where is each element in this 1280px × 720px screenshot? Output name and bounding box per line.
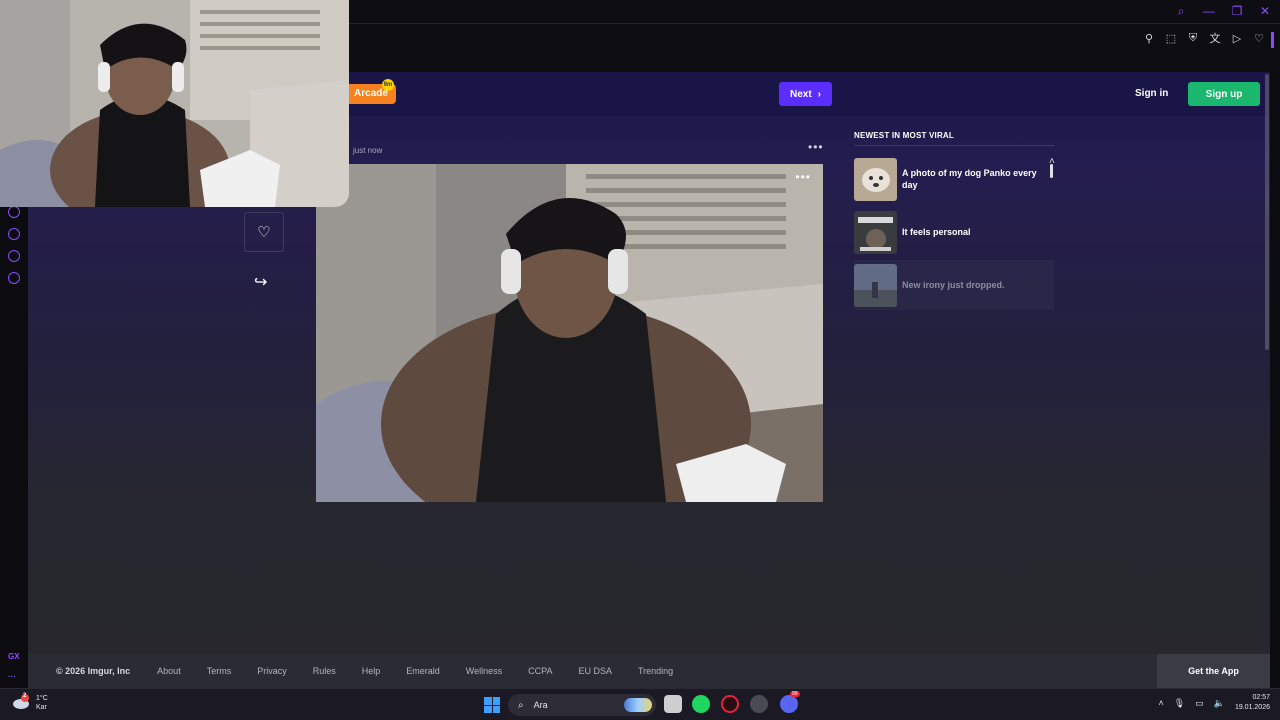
footer-link-rules[interactable]: Rules: [313, 666, 336, 676]
footer-link-emerald[interactable]: Emerald: [406, 666, 440, 676]
sidebar-accent: [1271, 32, 1274, 48]
page-footer: © 2026 Imgur, Inc About Terms Privacy Ru…: [28, 654, 1270, 688]
chat-icon[interactable]: [8, 250, 20, 262]
weather-desc: Kar: [36, 704, 47, 711]
weather-badge: 2: [23, 693, 27, 699]
discord-icon[interactable]: 99: [780, 691, 800, 713]
viral-divider: [854, 145, 1054, 146]
footer-link-ccpa[interactable]: CCPA: [528, 666, 552, 676]
settings-icon[interactable]: [8, 272, 20, 284]
viral-heading: NEWEST IN MOST VIRAL: [854, 131, 954, 140]
snapshot-icon[interactable]: ⬚: [1164, 31, 1178, 45]
heart-icon: ♡: [257, 224, 271, 241]
clock-date: 19.01.2026: [1234, 704, 1270, 711]
more-icon[interactable]: ···: [8, 672, 16, 681]
footer-link-terms[interactable]: Terms: [207, 666, 232, 676]
restore-icon[interactable]: ❐: [1230, 4, 1244, 18]
sign-in-link[interactable]: Sign in: [1135, 88, 1168, 99]
chevron-up-icon[interactable]: ˄: [1159, 698, 1164, 708]
heart-icon[interactable]: ♡: [1252, 31, 1266, 45]
page-scrollbar[interactable]: [1264, 72, 1270, 352]
weather-widget[interactable]: 2 1°C Kar: [12, 693, 48, 712]
spotify-icon[interactable]: [692, 695, 710, 713]
get-app-button[interactable]: Get the App: [1157, 654, 1270, 688]
viral-item[interactable]: It feels personal: [854, 207, 1054, 257]
file-explorer-icon[interactable]: [664, 695, 682, 713]
snow-cloud-icon: 2: [12, 693, 30, 712]
pin-icon[interactable]: ⚲: [1142, 31, 1156, 45]
shield-icon[interactable]: ⛨: [1186, 31, 1200, 45]
post-image[interactable]: •••: [316, 164, 823, 502]
chevron-right-icon: ›: [817, 88, 822, 100]
viral-thumbnail: [854, 263, 897, 307]
history-icon[interactable]: [8, 206, 20, 218]
viral-item-title: It feels personal: [902, 227, 971, 237]
webcam-overlay: [0, 0, 349, 207]
footer-link-privacy[interactable]: Privacy: [257, 666, 287, 676]
media-options-icon[interactable]: •••: [795, 170, 811, 184]
viral-item-title: New irony just dropped.: [902, 280, 1005, 290]
microphone-icon[interactable]: 🎙: [1174, 698, 1185, 709]
search-highlight-icon: [624, 698, 652, 712]
search-icon[interactable]: ⌕: [1174, 4, 1188, 18]
sign-up-button[interactable]: Sign up: [1188, 82, 1260, 106]
gx-label: GX: [8, 652, 20, 661]
footer-link-eu-dsa[interactable]: EU DSA: [578, 666, 612, 676]
clock-icon[interactable]: [8, 228, 20, 240]
volume-icon[interactable]: 🔈: [1214, 698, 1225, 709]
footer-copyright: © 2026 Imgur, Inc: [56, 666, 131, 676]
viral-item[interactable]: New irony just dropped.: [854, 260, 1054, 310]
share-icon[interactable]: ↪: [254, 272, 267, 292]
viral-thumbnail: [854, 157, 897, 201]
viral-thumbnail: [854, 210, 897, 254]
play-icon[interactable]: ▷: [1230, 31, 1244, 45]
viral-item-title: A photo of my dog Panko every day: [902, 168, 1037, 190]
viral-item[interactable]: A photo of my dog Panko every day: [854, 154, 1054, 204]
opera-gx-icon[interactable]: [721, 695, 739, 713]
window-controls: ⌕ — ❐ ✕: [1174, 4, 1272, 19]
footer-link-wellness[interactable]: Wellness: [466, 666, 502, 676]
minimize-icon[interactable]: —: [1202, 4, 1216, 18]
network-icon[interactable]: ▭: [1195, 698, 1204, 709]
next-label: Next: [789, 88, 812, 100]
post-options-icon[interactable]: •••: [808, 140, 824, 154]
footer-link-help[interactable]: Help: [362, 666, 381, 676]
taskbar-search[interactable]: ⌕ Ara: [508, 694, 656, 716]
system-tray: ˄ 🎙 ▭ 🔈 02:57 19.01.2026: [1159, 693, 1270, 713]
viral-scrollbar[interactable]: [1050, 164, 1053, 178]
search-icon: ⌕: [518, 699, 524, 711]
arcade-badge: 9m: [382, 79, 394, 91]
clock-time: 02:57: [1252, 694, 1270, 701]
close-icon[interactable]: ✕: [1258, 4, 1272, 18]
favorite-button[interactable]: ♡: [244, 212, 284, 252]
post-timestamp: just now: [353, 146, 383, 155]
toolbar-icons: ⚲ ⬚ ⛨ 文 ▷ ♡: [1142, 31, 1266, 46]
post-photo: [316, 164, 823, 502]
footer-link-about[interactable]: About: [157, 666, 181, 676]
webcam-feed: [0, 0, 349, 207]
taskbar-clock[interactable]: 02:57 19.01.2026: [1235, 693, 1270, 713]
translate-icon[interactable]: 文: [1208, 31, 1222, 45]
windows-taskbar: 2 1°C Kar ⌕ Ara 99 ˄ 🎙 ▭ 🔈 02:57 19.01.2…: [0, 688, 1280, 720]
next-post-button[interactable]: Next ›: [779, 82, 832, 106]
weather-temp: 1°C: [36, 695, 48, 702]
search-placeholder: Ara: [533, 700, 548, 710]
footer-link-trending[interactable]: Trending: [638, 666, 673, 676]
discord-badge: 99: [790, 691, 800, 697]
windows-start-icon[interactable]: [484, 697, 500, 713]
steam-icon[interactable]: [750, 695, 768, 713]
